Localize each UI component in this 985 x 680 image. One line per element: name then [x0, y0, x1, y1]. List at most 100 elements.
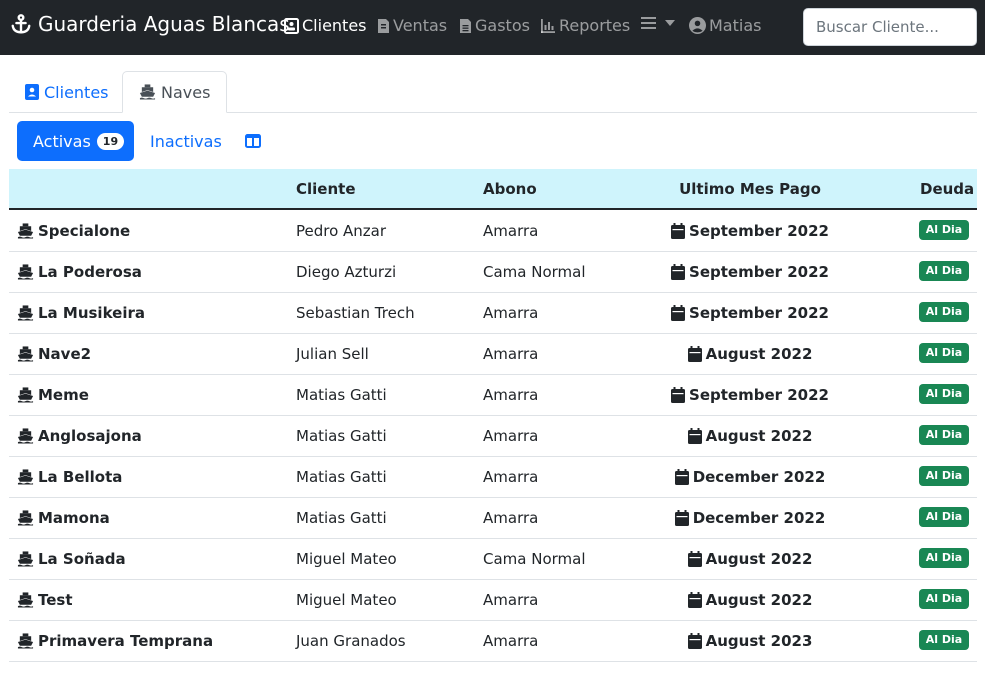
ultimo-mes-pago-cell: August 2022 [615, 345, 885, 363]
nave-cell[interactable]: Specialone [17, 222, 130, 240]
abono-cell: Amarra [483, 222, 539, 240]
abono-cell: Amarra [483, 427, 539, 445]
caret-down-icon [665, 20, 675, 26]
table-row[interactable]: Nave2 Julian Sell Amarra August 2022 Al Dia [9, 334, 977, 375]
ultimo-mes-pago-value: September 2022 [689, 304, 829, 322]
table-row[interactable]: La Bellota Matias Gatti Amarra December 202… [9, 457, 977, 498]
table-row[interactable]: La Soñada Miguel Mateo Cama Normal August 2… [9, 539, 977, 580]
ultimo-mes-pago-value: September 2022 [689, 263, 829, 281]
calendar-icon [674, 469, 689, 485]
nav-ventas[interactable]: Ventas [377, 16, 447, 35]
nave-cell[interactable]: La Soñada [17, 550, 126, 568]
col-header-abono[interactable]: Abono [483, 180, 537, 198]
tab-naves[interactable]: Naves [122, 71, 228, 113]
ship-icon [17, 551, 34, 567]
calendar-icon [687, 428, 702, 444]
deuda-status-badge: Al Dia [919, 507, 969, 527]
abono-cell: Amarra [483, 304, 539, 322]
nav-reportes-label: Reportes [559, 16, 631, 35]
abono-cell: Amarra [483, 345, 539, 363]
ship-icon [17, 223, 34, 239]
tab-clientes[interactable]: Clientes [9, 71, 125, 113]
hamburger-icon [641, 17, 656, 29]
col-header-cliente[interactable]: Cliente [296, 180, 356, 198]
brand-label: Guarderia Aguas Blancas [38, 12, 290, 36]
abono-cell: Amarra [483, 468, 539, 486]
calendar-icon [671, 264, 686, 280]
table-row[interactable]: La Musikeira Sebastian Trech Amarra Septemb… [9, 293, 977, 334]
calendar-icon [671, 387, 686, 403]
ship-icon [17, 469, 34, 485]
calendar-icon [687, 592, 702, 608]
cliente-cell: Matias Gatti [296, 386, 387, 404]
col-header-deuda[interactable]: Deuda [920, 180, 974, 198]
table-row[interactable]: Meme Matias Gatti Amarra September 2022 Al D… [9, 375, 977, 416]
cliente-cell: Sebastian Trech [296, 304, 415, 322]
ultimo-mes-pago-value: September 2022 [689, 386, 829, 404]
nave-name: La Poderosa [38, 263, 142, 281]
ultimo-mes-pago-cell: August 2022 [615, 591, 885, 609]
chart-bar-icon [541, 18, 555, 33]
nave-cell[interactable]: Nave2 [17, 345, 91, 363]
deuda-status-badge: Al Dia [919, 630, 969, 650]
ultimo-mes-pago-value: December 2022 [692, 468, 826, 486]
ultimo-mes-pago-value: August 2023 [705, 632, 813, 650]
ultimo-mes-pago-cell: September 2022 [615, 263, 885, 281]
ship-icon [17, 592, 34, 608]
nav-user[interactable]: Matias [689, 16, 761, 35]
table-row[interactable]: Test Miguel Mateo Amarra August 2022 Al Dia [9, 580, 977, 621]
table-row[interactable]: Primavera Temprana Juan Granados Amarra Aug… [9, 621, 977, 662]
nav-more-dropdown[interactable] [641, 16, 678, 30]
brand[interactable]: Guarderia Aguas Blancas [10, 12, 290, 36]
file-invoice-icon [378, 18, 389, 33]
col-header-ultimo-mes-pago[interactable]: Ultimo Mes Pago [615, 180, 885, 198]
abono-cell: Amarra [483, 632, 539, 650]
filter-inactivas[interactable]: Inactivas [150, 121, 222, 161]
ship-icon [17, 428, 34, 444]
calendar-icon [671, 305, 686, 321]
address-book-icon [25, 84, 39, 100]
ultimo-mes-pago-cell: August 2022 [615, 427, 885, 445]
nav-reportes[interactable]: Reportes [540, 16, 630, 35]
nav-clientes[interactable]: Clientes [284, 16, 367, 35]
deuda-status-badge: Al Dia [919, 220, 969, 240]
nave-name: Test [38, 591, 73, 609]
table-row[interactable]: Anglosajona Matias Gatti Amarra August 2022… [9, 416, 977, 457]
calendar-icon [687, 346, 702, 362]
table-row[interactable]: Specialone Pedro Anzar Amarra September 202… [9, 211, 977, 252]
ship-icon [17, 346, 34, 362]
nave-cell[interactable]: Meme [17, 386, 89, 404]
table-row[interactable]: La Poderosa Diego Azturzi Cama Normal Septe… [9, 252, 977, 293]
filter-activas[interactable]: Activas 19 [17, 121, 134, 161]
cliente-cell: Julian Sell [296, 345, 369, 363]
abono-cell: Amarra [483, 509, 539, 527]
calendar-icon [671, 223, 686, 239]
deuda-status-badge: Al Dia [919, 548, 969, 568]
table-header: Cliente Abono Ultimo Mes Pago Deuda [9, 169, 977, 210]
nave-cell[interactable]: La Musikeira [17, 304, 145, 322]
ultimo-mes-pago-cell: September 2022 [615, 386, 885, 404]
nave-cell[interactable]: Mamona [17, 509, 110, 527]
deuda-status-badge: Al Dia [919, 302, 969, 322]
nav-clientes-label: Clientes [302, 16, 367, 35]
nave-cell[interactable]: Anglosajona [17, 427, 142, 445]
activas-count-badge: 19 [96, 132, 125, 150]
ship-icon [17, 387, 34, 403]
deuda-status-badge: Al Dia [919, 466, 969, 486]
nav-gastos-label: Gastos [475, 16, 530, 35]
address-card-icon [284, 17, 299, 34]
nave-cell[interactable]: Primavera Temprana [17, 632, 213, 650]
table-row[interactable]: Mamona Matias Gatti Amarra December 2022 Al … [9, 498, 977, 539]
nave-cell[interactable]: La Poderosa [17, 263, 142, 281]
nave-cell[interactable]: Test [17, 591, 73, 609]
nav-gastos[interactable]: Gastos [459, 16, 530, 35]
nave-cell[interactable]: La Bellota [17, 468, 122, 486]
file-icon [460, 18, 471, 33]
columns-toggle-button[interactable] [245, 121, 261, 161]
deuda-status-badge: Al Dia [919, 343, 969, 363]
ultimo-mes-pago-cell: August 2023 [615, 632, 885, 650]
deuda-status-badge: Al Dia [919, 384, 969, 404]
ultimo-mes-pago-cell: September 2022 [615, 304, 885, 322]
ultimo-mes-pago-value: September 2022 [689, 222, 829, 240]
search-input[interactable] [803, 8, 977, 46]
